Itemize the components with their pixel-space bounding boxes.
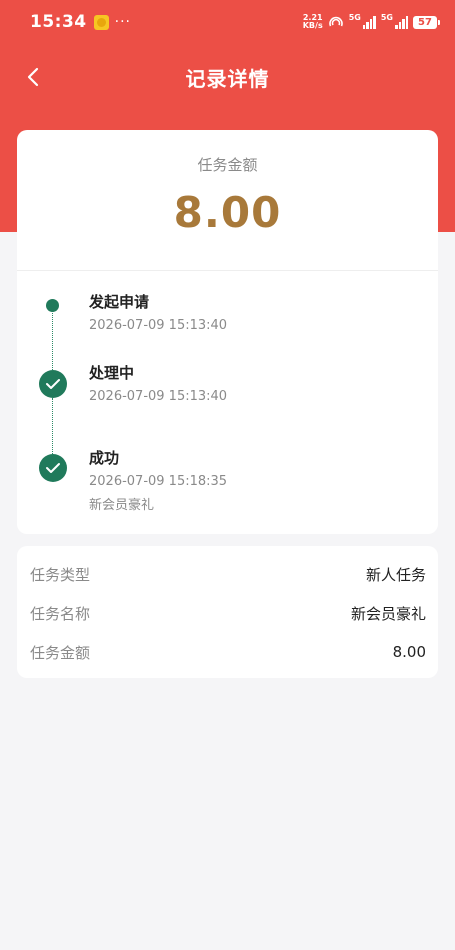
more-notifications-icon: ···	[114, 14, 131, 30]
detail-row-task-type: 任务类型 新人任务	[30, 564, 426, 584]
timeline-step-title: 发起申请	[89, 293, 150, 311]
notification-app-icon	[93, 14, 109, 30]
timeline-step-title: 成功	[89, 449, 120, 467]
detail-value: 8.00	[392, 643, 426, 661]
detail-label: 任务金额	[30, 643, 91, 662]
battery-icon: 57	[413, 15, 440, 29]
timeline-step-time: 2026-07-09 15:18:35	[89, 474, 228, 489]
timeline-step-title: 处理中	[89, 364, 135, 382]
timeline-step: 处理中 2026-07-09 15:13:40	[89, 362, 227, 404]
network-type-2: 5G	[380, 12, 393, 22]
detail-value: 新人任务	[365, 565, 426, 584]
signal-icon	[362, 15, 376, 29]
timeline-start-dot	[46, 299, 59, 312]
status-time: 15:34	[30, 12, 87, 32]
back-button[interactable]	[18, 62, 48, 92]
network-speed: 2.21 KB/s	[302, 13, 323, 30]
detail-row-task-amount: 任务金额 8.00	[30, 642, 426, 662]
amount-label: 任务金额	[197, 156, 258, 174]
status-indicators: 2.21 KB/s 5G 5G 57	[302, 12, 440, 30]
chevron-left-icon	[27, 67, 39, 87]
timeline-step: 成功 2026-07-09 15:18:35 新会员豪礼	[89, 447, 227, 513]
record-card: 任务金额 8.00 发起申请 2026-07-09 15:13:40 处理中 2…	[17, 130, 438, 534]
timeline-step-time: 2026-07-09 15:13:40	[89, 318, 228, 333]
timeline-step: 发起申请 2026-07-09 15:13:40	[89, 291, 227, 333]
status-bar: 15:34 ··· 2.21 KB/s 5G 5G 57	[0, 0, 455, 44]
network-type-1: 5G	[348, 12, 361, 22]
signal-icon-2	[395, 15, 408, 29]
detail-value: 新会员豪礼	[350, 604, 426, 623]
progress-timeline: 发起申请 2026-07-09 15:13:40 处理中 2026-07-09 …	[17, 270, 438, 534]
check-circle-icon	[39, 370, 67, 398]
timeline-step-note: 新会员豪礼	[89, 498, 155, 513]
detail-label: 任务类型	[30, 565, 91, 584]
check-circle-icon	[39, 454, 67, 482]
navigation-bar: 记录详情	[0, 52, 455, 102]
task-details-card: 任务类型 新人任务 任务名称 新会员豪礼 任务金额 8.00	[17, 546, 438, 678]
amount-value: 8.00	[173, 188, 282, 237]
detail-row-task-name: 任务名称 新会员豪礼	[30, 603, 426, 623]
record-detail-screen: 15:34 ··· 2.21 KB/s 5G 5G 57 记录详情 任务金额 8…	[0, 0, 455, 950]
detail-label: 任务名称	[30, 604, 91, 623]
page-title: 记录详情	[185, 66, 270, 91]
hotspot-icon	[328, 16, 343, 27]
timeline-step-time: 2026-07-09 15:13:40	[89, 389, 228, 404]
